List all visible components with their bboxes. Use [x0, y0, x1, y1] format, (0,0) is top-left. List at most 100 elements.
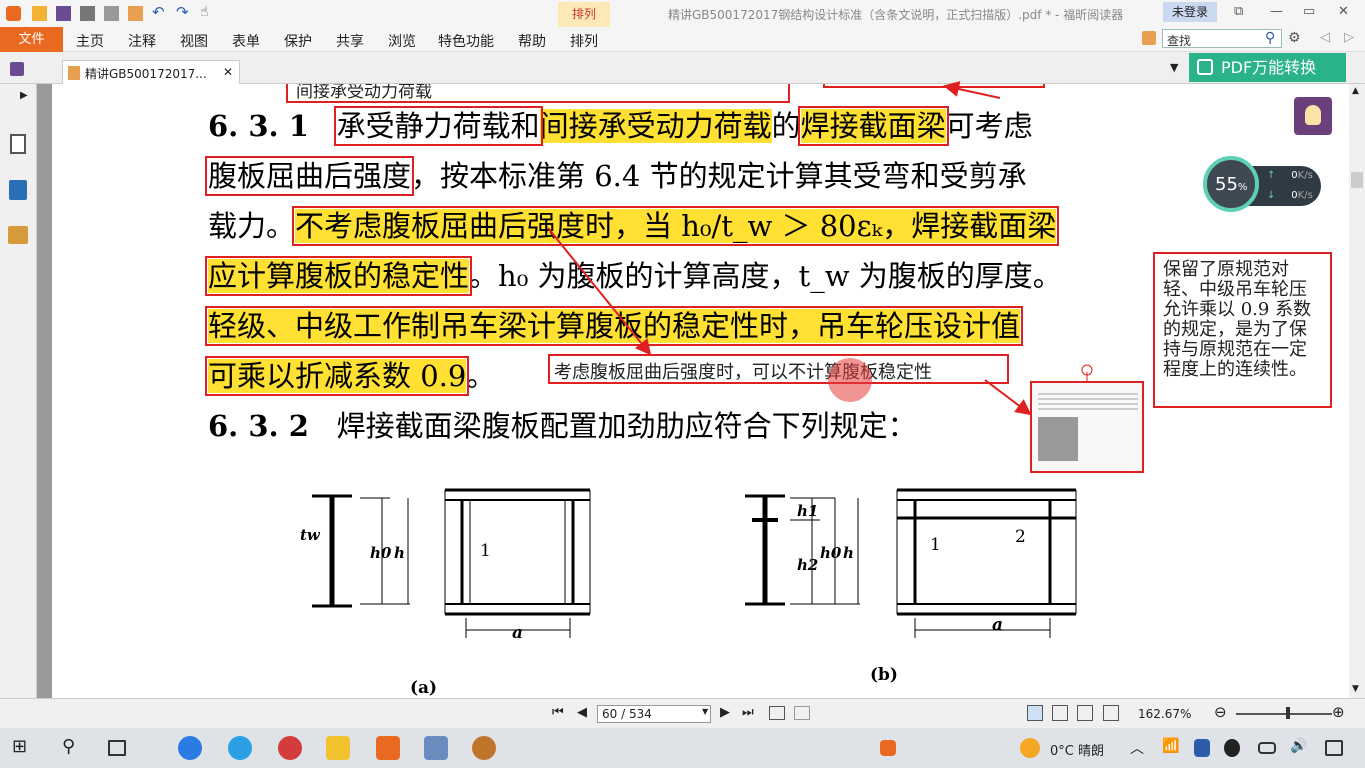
close-tab-icon[interactable]: ✕	[223, 65, 233, 79]
network-icon[interactable]: 📶	[1162, 738, 1186, 762]
minimize-icon[interactable]: —	[1270, 4, 1283, 19]
tray-expand-icon[interactable]: ︿	[1130, 738, 1154, 762]
start-button-icon[interactable]: ⊞	[12, 736, 36, 760]
title-bar: ↶ ↷ ☝ 排列 精讲GB500172017钢结构设计标准（含条文说明，正式扫描…	[0, 0, 1365, 27]
ie-icon[interactable]	[228, 736, 252, 760]
phrase-reduction-factor[interactable]: 可乘以折减系数 0.9	[204, 356, 470, 396]
phrase-crane-beam[interactable]: 轻级、中级工作制吊车梁计算腹板的稳定性时，吊车轮压设计值	[204, 306, 1024, 346]
next-icon[interactable]: ▷	[1344, 30, 1354, 45]
weather-text[interactable]: 0°C 晴朗	[1050, 740, 1104, 759]
next-page-icon[interactable]: ▶	[720, 705, 730, 720]
menu-arrange[interactable]: 排列	[570, 31, 598, 51]
prev-icon[interactable]: ◁	[1320, 30, 1330, 45]
menu-help[interactable]: 帮助	[518, 31, 546, 51]
page-dropdown-icon[interactable]: ▼	[702, 707, 708, 716]
download-speed: ↓ 0K/s	[1267, 190, 1313, 201]
search-taskbar-icon[interactable]: ⚲	[62, 736, 86, 760]
phrase-static-load[interactable]: 承受静力荷载和	[333, 106, 543, 146]
scroll-down-icon[interactable]: ▼	[1352, 684, 1359, 694]
phrase-check-web-stability[interactable]: 应计算腹板的稳定性	[204, 256, 473, 296]
menu-share[interactable]: 共享	[336, 31, 364, 51]
page-number-input[interactable]: 60 / 534	[597, 705, 711, 723]
tip-bulb-button[interactable]	[1294, 97, 1332, 135]
file-tab[interactable]: 文件	[0, 27, 63, 52]
menu-browse[interactable]: 浏览	[388, 31, 416, 51]
zoom-slider-handle[interactable]	[1286, 707, 1290, 719]
sogou-icon[interactable]	[178, 736, 202, 760]
shield-icon[interactable]	[1194, 739, 1210, 757]
close-window-icon[interactable]: ✕	[1338, 4, 1349, 19]
zoom-level[interactable]: 162.67%	[1138, 707, 1191, 721]
home-app-icon[interactable]	[424, 736, 448, 760]
network-speed-widget[interactable]: 55% ↑ 0K/s ↓ 0K/s	[1203, 156, 1321, 212]
volume-icon[interactable]: 🔊	[1290, 738, 1314, 762]
print-icon[interactable]	[80, 6, 95, 21]
settings-icon[interactable]: ⚙	[1288, 30, 1301, 46]
reflow-icon[interactable]	[1103, 705, 1119, 721]
menu-form[interactable]: 表单	[232, 31, 260, 51]
maximize-icon[interactable]: ▭	[1303, 4, 1315, 19]
label-2-b: 2	[1015, 527, 1026, 547]
pages-panel-icon[interactable]	[9, 180, 27, 200]
phrase-not-consider-post-buckling[interactable]: 不考虑腹板屈曲后强度时，当 h₀/t_w ＞ 80εₖ，焊接截面梁	[292, 206, 1060, 246]
next-view-icon[interactable]	[794, 706, 810, 720]
menu-features[interactable]: 特色功能	[438, 31, 494, 51]
task-view-icon[interactable]	[108, 740, 126, 756]
zoom-slider[interactable]	[1236, 713, 1332, 715]
new-icon[interactable]	[128, 6, 143, 21]
zoom-out-icon[interactable]: ⊖	[1214, 703, 1227, 721]
continuous-icon[interactable]	[1052, 705, 1068, 721]
first-page-icon[interactable]: ⏮	[552, 705, 564, 720]
menu-comment[interactable]: 注释	[128, 31, 156, 51]
label-h0-a: h0	[370, 544, 392, 562]
scroll-thumb[interactable]	[1351, 172, 1363, 188]
vertical-scrollbar[interactable]: ▲ ▼	[1349, 84, 1365, 698]
menu-home[interactable]: 主页	[76, 31, 104, 51]
top-right-note-box[interactable]	[823, 84, 1045, 88]
app-orange-icon[interactable]	[472, 736, 496, 760]
find-icon[interactable]	[1142, 31, 1156, 45]
phrase-post-buckling[interactable]: 腹板屈曲后强度	[204, 156, 415, 196]
context-tab-arrange[interactable]: 排列	[558, 2, 610, 27]
foxit-taskbar-icon[interactable]	[376, 736, 400, 760]
open-folder-icon[interactable]	[32, 6, 47, 21]
search-input[interactable]: 查找	[1162, 29, 1282, 48]
prev-page-icon[interactable]: ◀	[577, 705, 587, 720]
bookmark-panel-icon[interactable]	[10, 134, 26, 154]
zoom-in-icon[interactable]: ⊕	[1332, 703, 1345, 721]
annotation-note-crane-factor[interactable]: 保留了原规范对轻、中级吊车轮压允许乘以 0.9 系数的规定，是为了保持与原规范在…	[1153, 252, 1332, 408]
menu-view[interactable]: 视图	[180, 31, 208, 51]
comments-panel-icon[interactable]	[8, 226, 28, 244]
phrase-welded-beam[interactable]: 焊接截面梁	[797, 106, 949, 146]
pdf-convert-button[interactable]: PDF万能转换	[1189, 53, 1346, 82]
top-note-box[interactable]: 间接承受动力荷载	[286, 84, 790, 103]
tab-list-dropdown-icon[interactable]: ▼	[1170, 61, 1178, 74]
email-icon[interactable]	[104, 6, 119, 21]
phrase-indirect-dynamic-load[interactable]: 间接承受动力荷载	[539, 109, 772, 143]
annotation-note-post-buckling[interactable]: 考虑腹板屈曲后强度时，可以不计算腹板稳定性	[548, 354, 1009, 384]
app-red-icon[interactable]	[278, 736, 302, 760]
redo-icon[interactable]: ↷	[176, 3, 191, 21]
document-tab[interactable]: 精讲GB500172017... ✕	[62, 60, 240, 84]
undo-icon[interactable]: ↶	[152, 3, 167, 21]
image-thumbnail[interactable]	[1030, 381, 1144, 473]
save-icon[interactable]	[56, 6, 71, 21]
hand-tool-icon[interactable]: ☝	[200, 4, 215, 20]
expand-panel-icon[interactable]: ▶	[20, 90, 28, 101]
menu-protect[interactable]: 保护	[284, 31, 312, 51]
single-page-icon[interactable]	[1027, 705, 1043, 721]
para-6-3-1-line1: 6. 3. 1 承受静力荷载和间接承受动力荷载的焊接截面梁可考虑	[208, 103, 1033, 146]
file-explorer-icon[interactable]	[326, 736, 350, 760]
scroll-up-icon[interactable]: ▲	[1352, 86, 1359, 96]
last-page-icon[interactable]: ⏭	[742, 705, 754, 720]
search-icon[interactable]: ⚲	[1265, 30, 1275, 46]
wps-icon[interactable]	[880, 740, 896, 756]
notification-icon[interactable]	[1325, 740, 1343, 756]
restore-layout-icon[interactable]: ⧉	[1234, 4, 1243, 19]
facing-icon[interactable]	[1077, 705, 1093, 721]
prev-view-icon[interactable]	[769, 706, 785, 720]
battery-icon[interactable]	[1258, 742, 1276, 754]
qq-icon[interactable]	[1224, 739, 1240, 757]
login-button[interactable]: 未登录	[1163, 2, 1217, 22]
sidebar-toggle-icon[interactable]	[10, 62, 24, 76]
